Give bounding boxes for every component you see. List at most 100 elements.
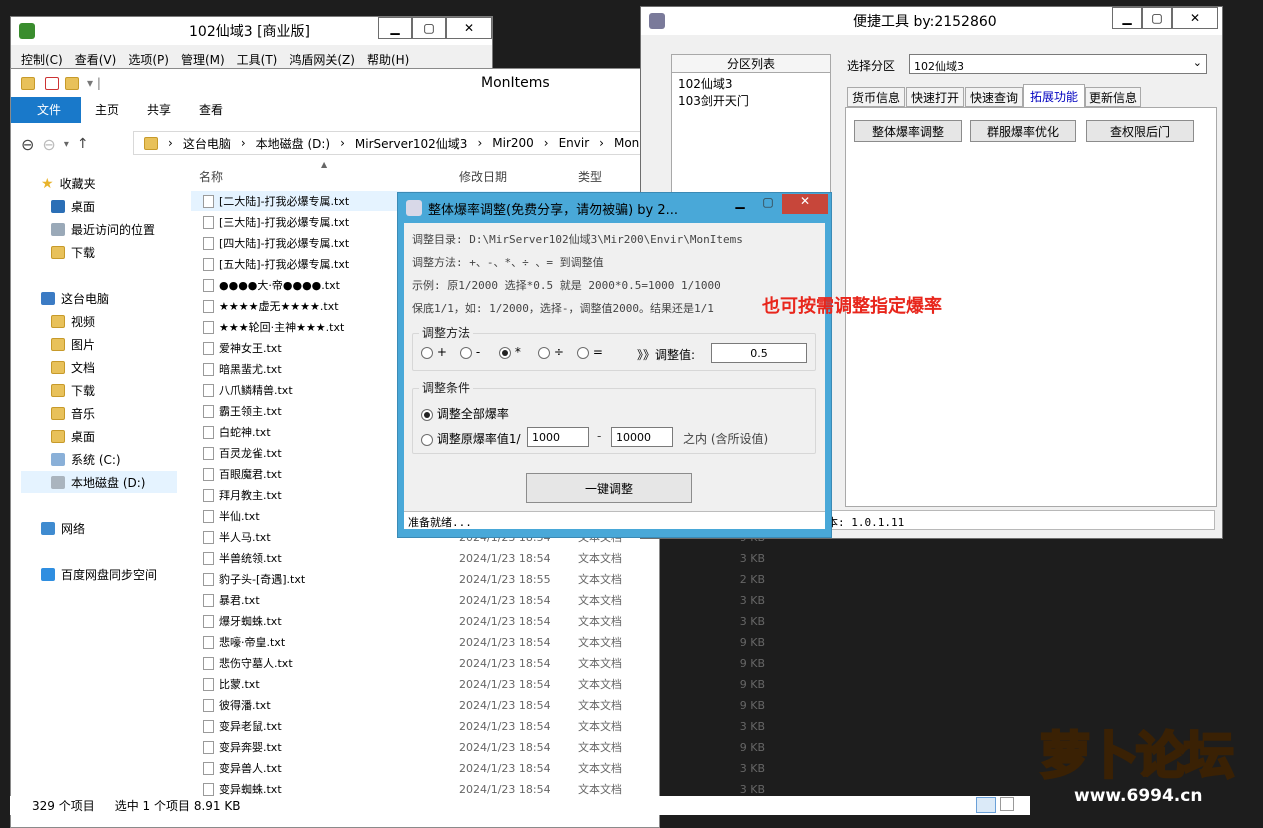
close-button[interactable]: ✕ — [1172, 7, 1218, 29]
text-file-icon — [203, 530, 214, 544]
menu-control[interactable]: 控制(C) — [21, 51, 63, 68]
breadcrumb-server[interactable]: MirServer102仙域3 — [355, 135, 468, 152]
details-view-icon[interactable] — [976, 797, 996, 813]
tiles-view-icon[interactable] — [1000, 797, 1014, 811]
tab-home[interactable]: 主页 — [81, 97, 134, 123]
file-row[interactable]: 豹子头-[奇遇].txt 2024/1/23 18:55 文本文档 2 KB — [191, 569, 765, 589]
nav-pictures[interactable]: 图片 — [51, 336, 95, 353]
text-file-icon — [203, 383, 214, 397]
breadcrumb[interactable]: › 这台电脑 › 本地磁盘 (D:) › MirServer102仙域3 › M… — [133, 131, 663, 155]
nav-desktop2[interactable]: 桌面 — [51, 428, 95, 445]
tab-file[interactable]: 文件 — [23, 97, 76, 123]
breadcrumb-this-pc[interactable]: 这台电脑 — [183, 135, 231, 152]
menu-view[interactable]: 查看(V) — [75, 51, 117, 68]
directory-line: 调整目录: D:\MirServer102仙域3\Mir200\Envir\Mo… — [412, 233, 743, 246]
cond-range-radio[interactable]: 调整原爆率值1/ — [421, 430, 521, 447]
file-row[interactable]: 变异老鼠.txt 2024/1/23 18:54 文本文档 3 KB — [191, 716, 765, 736]
file-date: 2024/1/23 18:54 — [459, 551, 551, 565]
tab-share[interactable]: 共享 — [133, 97, 186, 123]
breadcrumb-envir[interactable]: Envir — [559, 136, 590, 150]
partition-item[interactable]: 102仙域3 — [672, 73, 830, 92]
maximize-button[interactable]: ▢ — [1142, 7, 1172, 29]
range-to-input[interactable]: 10000 — [611, 427, 673, 447]
drive-icon — [51, 475, 65, 489]
forward-icon[interactable]: ⊖ — [42, 135, 55, 154]
file-row[interactable]: 半兽统领.txt 2024/1/23 18:54 文本文档 3 KB — [191, 548, 765, 568]
menu-help[interactable]: 帮助(H) — [367, 51, 409, 68]
menu-tools[interactable]: 工具(T) — [237, 51, 278, 68]
text-file-icon — [203, 194, 214, 208]
menu-manage[interactable]: 管理(M) — [181, 51, 225, 68]
file-row[interactable]: 变异奔婴.txt 2024/1/23 18:54 文本文档 9 KB — [191, 737, 765, 757]
op-plus-radio[interactable]: + — [421, 345, 447, 359]
cond-all-radio[interactable]: 调整全部爆率 — [421, 405, 509, 422]
nav-documents[interactable]: 文档 — [51, 359, 95, 376]
nav-label: 文档 — [71, 361, 96, 375]
tab-view[interactable]: 查看 — [185, 97, 659, 123]
file-row[interactable]: 悲伤守墓人.txt 2024/1/23 18:54 文本文档 9 KB — [191, 653, 765, 673]
range-from-input[interactable]: 1000 — [527, 427, 589, 447]
nav-videos[interactable]: 视频 — [51, 313, 95, 330]
op-label: * — [514, 345, 521, 359]
nav-network[interactable]: 网络 — [41, 520, 85, 537]
close-button[interactable]: ✕ — [446, 17, 492, 39]
file-type: 文本文档 — [578, 720, 622, 733]
partition-select[interactable]: 102仙域3 ⌄ — [909, 54, 1207, 74]
breadcrumb-disk-d[interactable]: 本地磁盘 (D:) — [256, 135, 330, 152]
group-droprate-button[interactable]: 群服爆率优化 — [970, 120, 1076, 142]
minimize-button[interactable]: ▁ — [726, 195, 754, 215]
minimize-button[interactable]: ▁ — [378, 17, 412, 39]
close-button[interactable]: ✕ — [782, 194, 828, 214]
column-name[interactable]: 名称 — [199, 168, 223, 185]
tab-quick-open[interactable]: 快速打开 — [906, 87, 964, 107]
chevron-down-icon[interactable]: ▾ — [64, 139, 69, 150]
tab-updates[interactable]: 更新信息 — [1085, 87, 1141, 107]
column-type[interactable]: 类型 — [578, 168, 602, 185]
selection-info: 选中 1 个项目 8.91 KB — [114, 799, 241, 813]
file-row[interactable]: 彼得潘.txt 2024/1/23 18:54 文本文档 9 KB — [191, 695, 765, 715]
text-file-icon — [203, 509, 214, 523]
breadcrumb-mir200[interactable]: Mir200 — [492, 136, 534, 150]
nav-favorites[interactable]: ★ 收藏夹 — [41, 175, 96, 192]
file-row[interactable]: 悲嚎·帝皇.txt 2024/1/23 18:54 文本文档 9 KB — [191, 632, 765, 652]
file-name: 拜月教主.txt — [219, 489, 282, 502]
tab-currency[interactable]: 货币信息 — [847, 87, 905, 107]
file-row[interactable]: 暴君.txt 2024/1/23 18:54 文本文档 3 KB — [191, 590, 765, 610]
new-folder-icon[interactable] — [65, 76, 79, 90]
partition-item[interactable]: 103剑开天门 — [672, 92, 830, 109]
op-equals-radio[interactable]: = — [577, 345, 603, 359]
check-backdoor-button[interactable]: 查权限后门 — [1086, 120, 1194, 142]
overall-droprate-button[interactable]: 整体爆率调整 — [854, 120, 962, 142]
tab-extensions[interactable]: 拓展功能 — [1023, 84, 1085, 108]
view-toggle[interactable] — [976, 797, 1020, 813]
file-row[interactable]: 比蒙.txt 2024/1/23 18:54 文本文档 9 KB — [191, 674, 765, 694]
tab-quick-query[interactable]: 快速查询 — [965, 87, 1023, 107]
method-line: 调整方法: +、-、*、÷ 、= 到调整值 — [412, 256, 604, 269]
cloud-icon — [41, 568, 55, 581]
nav-downloads2[interactable]: 下载 — [51, 382, 95, 399]
back-icon[interactable]: ⊖ — [21, 135, 34, 154]
op-divide-radio[interactable]: ÷ — [538, 345, 564, 359]
maximize-button[interactable]: ▢ — [754, 195, 782, 215]
op-minus-radio[interactable]: - — [460, 345, 480, 359]
op-multiply-radio[interactable]: * — [499, 345, 521, 359]
nav-recent[interactable]: 最近访问的位置 — [51, 221, 155, 238]
adjust-value-input[interactable]: 0.5 — [711, 343, 807, 363]
nav-desktop[interactable]: 桌面 — [51, 198, 95, 215]
run-adjust-button[interactable]: 一键调整 — [526, 473, 692, 503]
menu-gateway[interactable]: 鸿盾网关(Z) — [289, 51, 355, 68]
maximize-button[interactable]: ▢ — [412, 17, 446, 39]
up-arrow-icon[interactable]: ↑ — [77, 136, 89, 152]
nav-music[interactable]: 音乐 — [51, 405, 95, 422]
nav-baidu[interactable]: 百度网盘同步空间 — [41, 566, 157, 583]
menu-options[interactable]: 选项(P) — [128, 51, 169, 68]
nav-disk-d[interactable]: 本地磁盘 (D:) — [21, 471, 177, 493]
properties-icon[interactable] — [45, 76, 59, 90]
nav-sys-c[interactable]: 系统 (C:) — [51, 451, 121, 468]
nav-this-pc[interactable]: 这台电脑 — [41, 290, 109, 307]
column-date[interactable]: 修改日期 — [459, 168, 507, 185]
nav-downloads[interactable]: 下载 — [51, 244, 95, 261]
file-row[interactable]: 爆牙蜘蛛.txt 2024/1/23 18:54 文本文档 3 KB — [191, 611, 765, 631]
minimize-button[interactable]: ▁ — [1112, 7, 1142, 29]
file-row[interactable]: 变异兽人.txt 2024/1/23 18:54 文本文档 3 KB — [191, 758, 765, 778]
